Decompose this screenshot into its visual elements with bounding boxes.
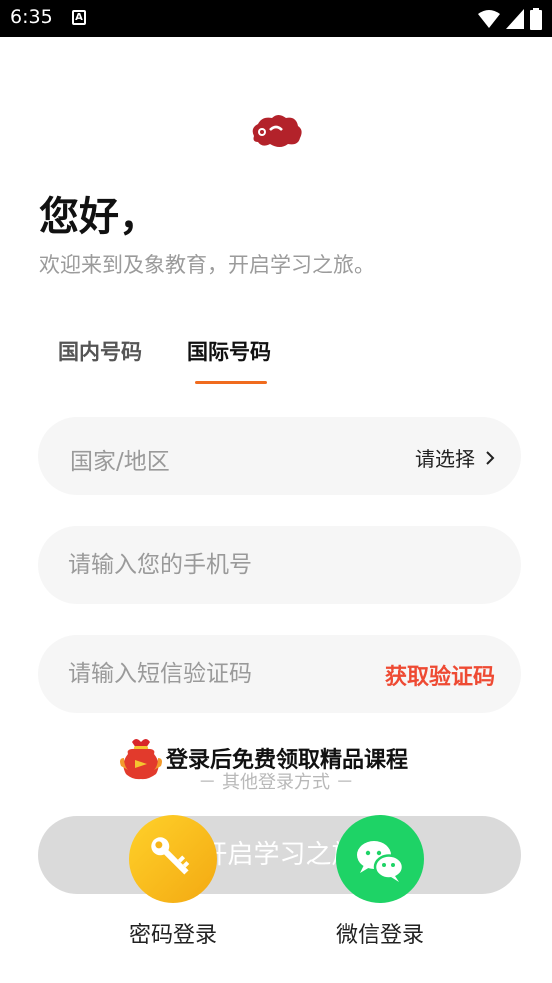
wechat-login-label: 微信登录 <box>335 923 424 948</box>
phone-input[interactable] <box>68 542 388 588</box>
greeting-subtitle: 欢迎来到及象教育，开启学习之旅。 <box>39 253 375 277</box>
sms-code-field-container: 获取验证码 <box>38 635 521 713</box>
chevron-right-icon <box>486 450 495 465</box>
password-login-label: 密码登录 <box>128 923 217 948</box>
status-bar: 6:35 A <box>0 0 552 37</box>
notification-icon: A <box>72 10 86 25</box>
key-icon <box>151 837 190 875</box>
get-code-button[interactable]: 获取验证码 <box>385 659 495 691</box>
signal-icon <box>506 9 524 29</box>
promo-text: 登录后免费领取精品课程 <box>166 747 409 773</box>
wechat-login-option[interactable]: 微信登录 <box>310 815 450 949</box>
tab-international-number[interactable]: 国际号码 <box>187 336 271 366</box>
wifi-icon <box>478 10 500 28</box>
country-region-selector[interactable]: 国家/地区 请选择 <box>38 417 521 495</box>
status-time: 6:35 <box>10 6 53 28</box>
battery-icon <box>530 8 542 30</box>
greeting-title: 您好， <box>39 194 159 240</box>
wechat-icon <box>357 841 405 882</box>
country-choose-label: 请选择 <box>415 447 475 471</box>
system-icons <box>478 8 542 30</box>
brand-logo-icon <box>252 115 302 147</box>
password-login-button[interactable] <box>129 815 217 903</box>
country-region-label: 国家/地区 <box>70 449 170 475</box>
wechat-login-button[interactable] <box>336 815 424 903</box>
active-tab-indicator <box>195 381 267 384</box>
country-choose-button[interactable]: 请选择 <box>415 443 495 472</box>
tab-domestic-number[interactable]: 国内号码 <box>58 336 142 366</box>
password-login-option[interactable]: 密码登录 <box>103 815 243 949</box>
gift-bag-icon <box>120 739 162 780</box>
phone-field-container <box>38 526 521 604</box>
promo-banner[interactable]: 登录后免费领取精品课程 <box>118 736 408 780</box>
sms-code-input[interactable] <box>68 651 368 697</box>
